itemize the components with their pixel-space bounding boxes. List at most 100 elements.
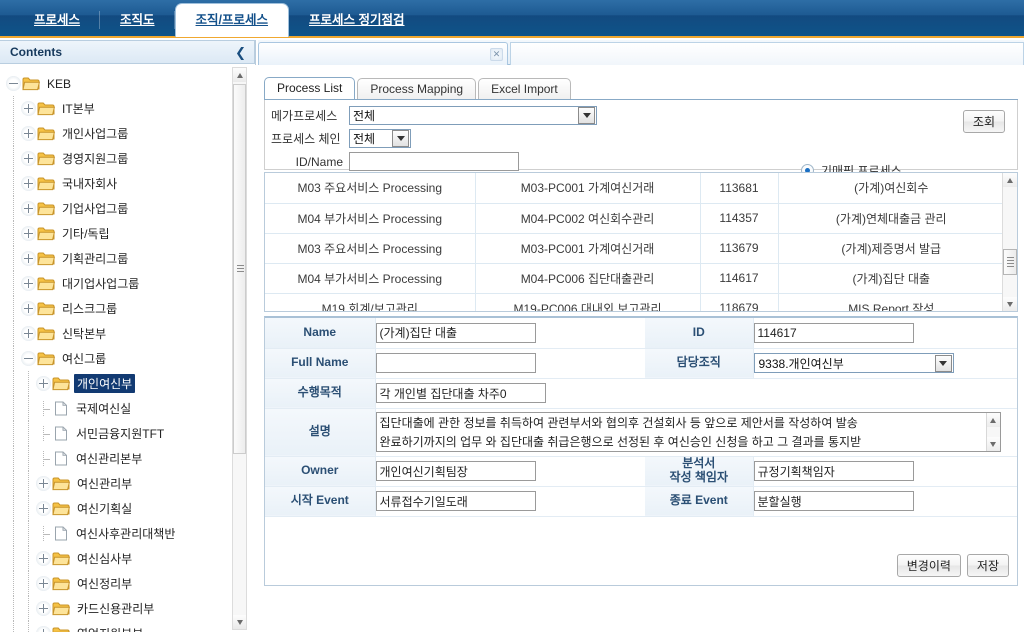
- save-button[interactable]: 저장: [966, 554, 1009, 577]
- purpose-input[interactable]: [375, 383, 546, 403]
- tree-item-1[interactable]: IT본부: [6, 96, 240, 121]
- process-chain-select[interactable]: 전체: [349, 129, 411, 148]
- close-icon[interactable]: ✕: [490, 47, 503, 61]
- start-event-input[interactable]: [375, 491, 536, 511]
- nav-tab-periodic-inspection[interactable]: 프로세스 정기점검: [289, 4, 424, 36]
- expand-icon[interactable]: [21, 126, 36, 141]
- scroll-down-arrow-icon[interactable]: [1003, 297, 1017, 311]
- table-row[interactable]: M04 부가서비스 Processing M04-PC002 여신회수관리 1143…: [265, 203, 1004, 234]
- tree-item-12[interactable]: 개인여신부: [6, 371, 240, 396]
- tree-item-10[interactable]: 신탁본부: [6, 321, 240, 346]
- tree-item-3[interactable]: 경영지원그룹: [6, 146, 240, 171]
- tab-excel-import[interactable]: Excel Import: [478, 78, 571, 99]
- table-row[interactable]: M19 회계/보고관리 M19-PC006 대내외 보고관리 118679 MIS R…: [265, 293, 1004, 311]
- table-row[interactable]: M04 부가서비스 Processing M04-PC006 집단대출관리 1146…: [265, 263, 1004, 294]
- description-scrollbar[interactable]: [985, 413, 1000, 451]
- table-row[interactable]: M03 주요서비스 Processing M03-PC001 가계여신거래 1136…: [265, 233, 1004, 264]
- nav-tab-process[interactable]: 프로세스: [14, 4, 101, 36]
- tree-item-4[interactable]: 국내자회사: [6, 171, 240, 196]
- tree-indent-guide: [6, 571, 21, 596]
- tree-item-16[interactable]: 여신관리부: [6, 471, 240, 496]
- collapse-icon[interactable]: [21, 351, 36, 366]
- expand-icon[interactable]: [36, 476, 51, 491]
- tree-item-6[interactable]: 기타/독립: [6, 221, 240, 246]
- expand-icon[interactable]: [36, 576, 51, 591]
- owner-input[interactable]: [375, 461, 536, 481]
- tree-item-13[interactable]: 국제여신실: [6, 396, 240, 421]
- sidebar-vertical-scrollbar[interactable]: [232, 67, 247, 630]
- change-history-button[interactable]: 변경이력: [896, 554, 961, 577]
- expand-icon[interactable]: [36, 626, 51, 632]
- scroll-down-arrow-icon[interactable]: [233, 615, 246, 629]
- tree-leaf-connector-icon: [36, 401, 51, 416]
- expand-icon[interactable]: [21, 201, 36, 216]
- expand-icon[interactable]: [21, 101, 36, 116]
- tree-item-14[interactable]: 서민금융지원TFT: [6, 421, 240, 446]
- tree-item-0[interactable]: KEB: [6, 71, 240, 96]
- name-label: Name: [265, 318, 376, 349]
- tab-process-list[interactable]: Process List: [264, 77, 356, 99]
- expand-icon[interactable]: [36, 601, 51, 616]
- tree-indent-guide: [6, 246, 21, 271]
- expand-icon[interactable]: [21, 276, 36, 291]
- table-row[interactable]: M03 주요서비스 Processing M03-PC001 가계여신거래 1136…: [265, 173, 1004, 204]
- scroll-up-arrow-icon[interactable]: [233, 68, 246, 82]
- process-list-grid: M03 주요서비스 Processing M03-PC001 가계여신거래 1136…: [264, 172, 1018, 312]
- scroll-up-arrow-icon[interactable]: [986, 413, 1000, 427]
- tree-item-15[interactable]: 여신관리본부: [6, 446, 240, 471]
- tab-process-mapping[interactable]: Process Mapping: [357, 78, 477, 99]
- tree-item-22[interactable]: 영업지원본부: [6, 621, 240, 632]
- process-chain-value: 전체: [353, 132, 376, 146]
- tree-item-21[interactable]: 카드신용관리부: [6, 596, 240, 621]
- expand-icon[interactable]: [21, 301, 36, 316]
- name-input[interactable]: [375, 322, 536, 343]
- nav-tab-org-process[interactable]: 조직/프로세스: [174, 3, 290, 37]
- sidebar-tree-scroll-area[interactable]: KEB IT본부 개인사업그룹 경영지원그룹 국내자회사 기업사업그룹 기타/독립 기획관리그…: [0, 65, 256, 632]
- id-name-input[interactable]: [349, 152, 519, 171]
- expand-icon[interactable]: [36, 376, 51, 391]
- tree-item-11[interactable]: 여신그룹: [6, 346, 240, 371]
- analyst-input[interactable]: [753, 461, 914, 481]
- expand-icon[interactable]: [21, 326, 36, 341]
- document-tab[interactable]: ✕: [258, 42, 508, 65]
- grid-vertical-scrollbar[interactable]: [1002, 173, 1017, 311]
- expand-icon[interactable]: [21, 226, 36, 241]
- tree-item-2[interactable]: 개인사업그룹: [6, 121, 240, 146]
- chevron-down-icon[interactable]: [578, 107, 595, 124]
- scrollbar-thumb[interactable]: [233, 84, 246, 454]
- tree-item-7[interactable]: 기획관리그룹: [6, 246, 240, 271]
- chevron-down-icon[interactable]: [934, 354, 952, 372]
- collapse-icon[interactable]: [6, 76, 21, 91]
- expand-icon[interactable]: [36, 501, 51, 516]
- tree-item-8[interactable]: 대기업사업그룹: [6, 271, 240, 296]
- process-table: M03 주요서비스 Processing M03-PC001 가계여신거래 1136…: [265, 173, 1004, 311]
- fullname-input[interactable]: [375, 353, 536, 373]
- id-name-label: ID/Name: [295, 154, 343, 169]
- expand-icon[interactable]: [36, 551, 51, 566]
- org-select[interactable]: 9338.개인여신부: [753, 353, 954, 373]
- description-textarea[interactable]: 집단대출에 관한 정보를 취득하여 관련부서와 협의후 건설회사 등 앞으로 제…: [375, 412, 1001, 452]
- scrollbar-thumb[interactable]: [1003, 249, 1017, 275]
- tree-item-18[interactable]: 여신사후관리대책반: [6, 521, 240, 546]
- owner-label: Owner: [265, 456, 376, 487]
- mega-process-select[interactable]: 전체: [349, 106, 597, 125]
- chevron-left-icon[interactable]: ❮: [235, 46, 246, 59]
- id-input[interactable]: [753, 322, 914, 343]
- expand-icon[interactable]: [21, 251, 36, 266]
- tree-item-19[interactable]: 여신심사부: [6, 546, 240, 571]
- folder-icon: [37, 152, 55, 166]
- folder-icon: [52, 477, 70, 491]
- tree-item-20[interactable]: 여신정리부: [6, 571, 240, 596]
- expand-icon[interactable]: [21, 176, 36, 191]
- chevron-down-icon[interactable]: [392, 130, 409, 147]
- nav-tab-org-chart[interactable]: 조직도: [100, 4, 175, 36]
- tree-item-9[interactable]: 리스크그룹: [6, 296, 240, 321]
- end-event-input[interactable]: [753, 491, 914, 511]
- process-id-cell: 114357: [700, 203, 779, 234]
- scroll-down-arrow-icon[interactable]: [986, 437, 1000, 451]
- expand-icon[interactable]: [21, 151, 36, 166]
- tree-item-17[interactable]: 여신기획실: [6, 496, 240, 521]
- tree-item-5[interactable]: 기업사업그룹: [6, 196, 240, 221]
- query-button[interactable]: 조회: [962, 110, 1005, 133]
- scroll-up-arrow-icon[interactable]: [1003, 173, 1017, 187]
